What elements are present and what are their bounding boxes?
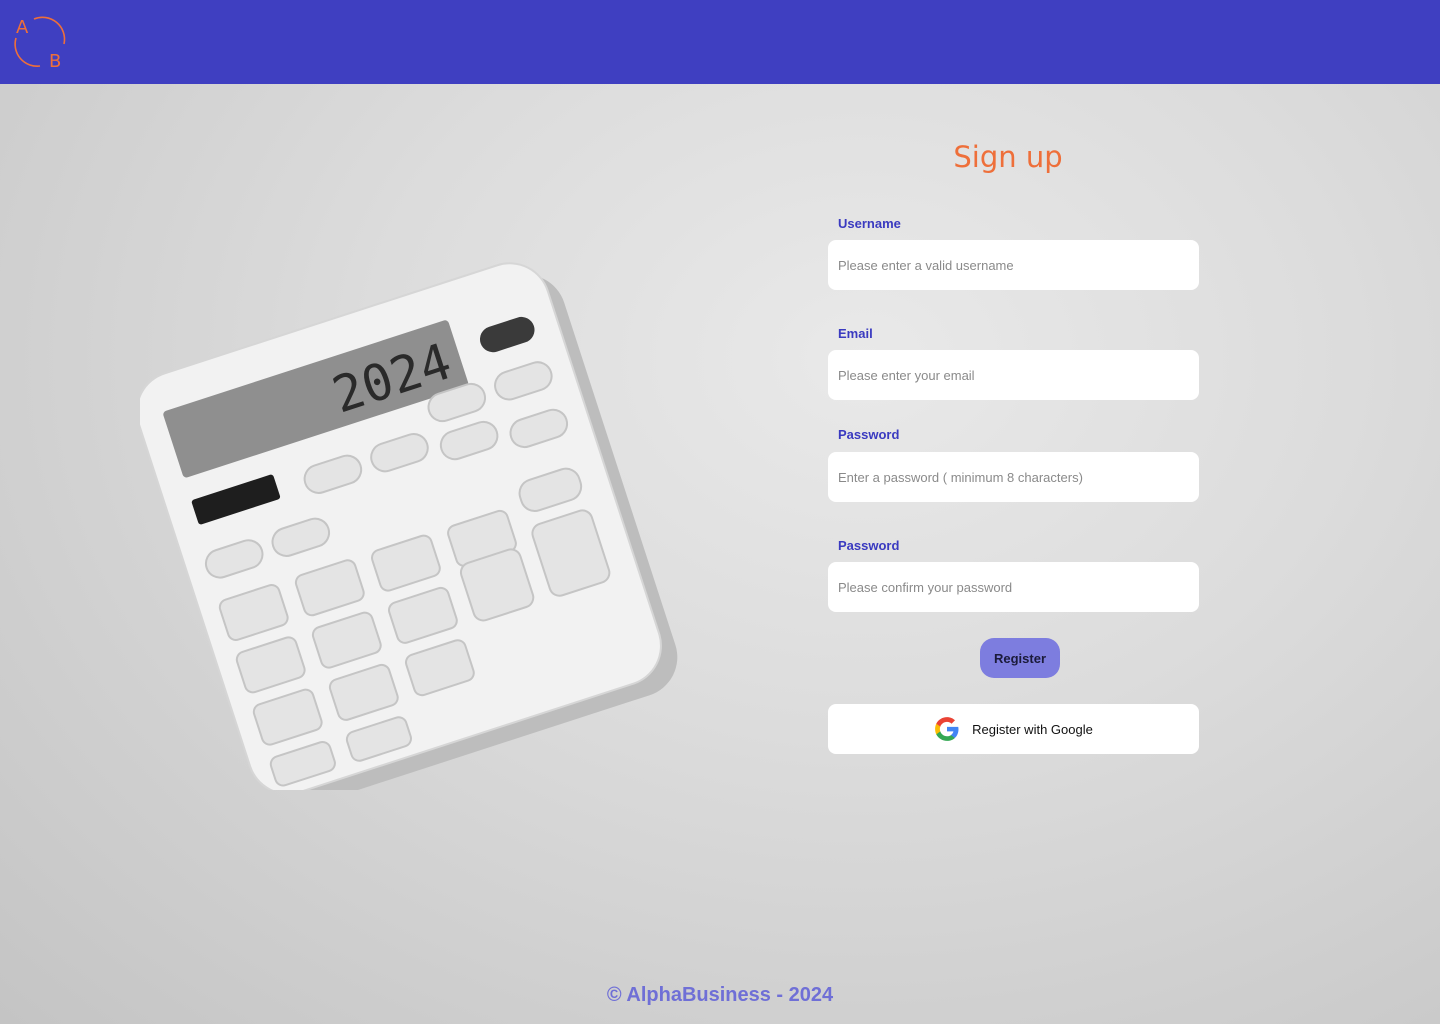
username-label: Username <box>838 216 901 231</box>
password-label: Password <box>838 427 900 442</box>
confirm-password-label: Password <box>838 538 900 553</box>
logo-letter-a: A <box>16 17 29 38</box>
page-title: Sign up <box>953 140 1063 174</box>
register-with-google-label: Register with Google <box>972 721 1093 737</box>
register-button[interactable]: Register <box>980 638 1060 678</box>
password-input[interactable] <box>828 452 1199 502</box>
ab-logo-icon[interactable]: A B <box>12 14 68 70</box>
footer-copyright: © AlphaBusiness - 2024 <box>606 984 834 1006</box>
confirm-password-input[interactable] <box>828 562 1199 612</box>
email-label: Email <box>838 326 873 341</box>
email-input[interactable] <box>828 350 1199 400</box>
google-icon <box>935 717 959 741</box>
username-input[interactable] <box>828 240 1199 290</box>
register-with-google-button[interactable]: Register with Google <box>828 704 1199 754</box>
calculator-illustration: 2024 <box>140 262 678 790</box>
top-bar: A B <box>0 0 1440 84</box>
logo-letter-b: B <box>49 51 61 70</box>
